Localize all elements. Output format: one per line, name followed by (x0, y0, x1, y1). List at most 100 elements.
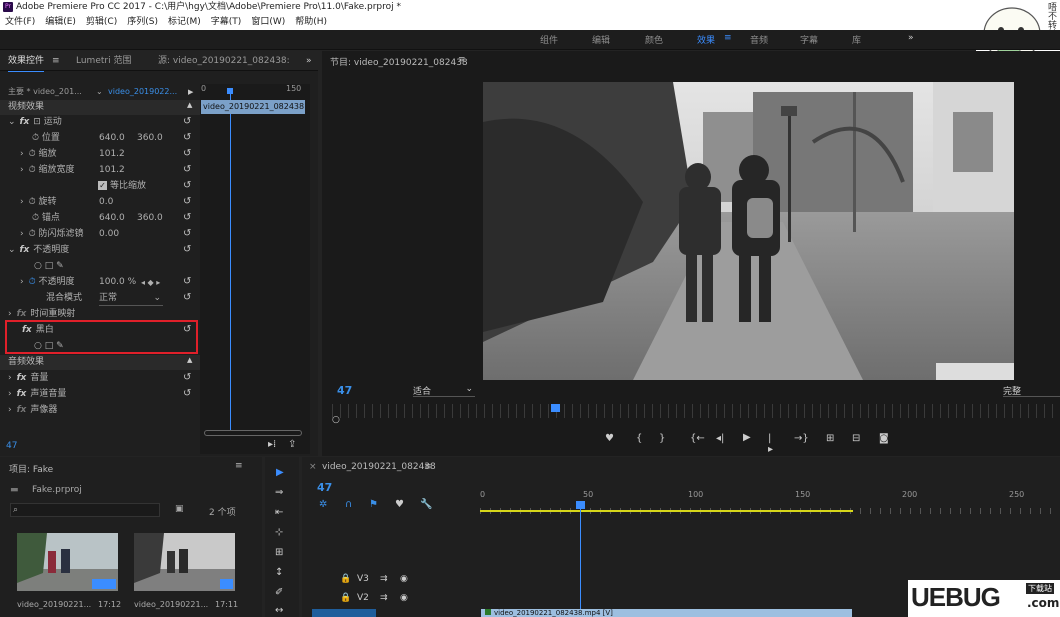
workspace-more-icon[interactable]: » (908, 33, 914, 43)
anchor-y-value[interactable]: 360.0 (137, 211, 163, 226)
stopwatch-active-icon[interactable]: ⏱ (29, 277, 36, 287)
extract-icon[interactable]: ⊟ (852, 433, 860, 444)
track-target-v1[interactable] (312, 609, 376, 617)
program-timecode[interactable]: 47 (337, 384, 352, 397)
workspace-editing[interactable]: 编辑 (592, 33, 610, 46)
lock-icon[interactable]: 🔒 (340, 590, 351, 606)
effect-channel-volume[interactable]: › fx 声道音量 (0, 387, 66, 402)
selection-tool-icon[interactable]: ▶ (276, 467, 284, 478)
work-area-bar[interactable] (480, 510, 853, 512)
rect-mask-icon[interactable]: □ (45, 261, 54, 271)
tab-effect-controls[interactable]: 效果控件 (8, 51, 45, 72)
fit-select[interactable]: 适合 ⌄ (413, 384, 475, 397)
workspace-menu-icon[interactable]: ≡ (724, 33, 732, 43)
ripple-edit-tool-icon[interactable]: ⇤ (275, 507, 283, 518)
tab-menu-icon[interactable]: ≡ (52, 51, 60, 71)
mini-clip-bar[interactable]: video_20190221_082438.n (201, 100, 305, 114)
workspace-audio[interactable]: 音频 (750, 33, 768, 46)
tab-lumetri[interactable]: Lumetri 范围 (76, 51, 131, 71)
reset-icon[interactable]: ↺ (183, 292, 191, 303)
marker-icon[interactable]: ♥ (605, 433, 614, 444)
stopwatch-icon[interactable]: ⏱ (32, 133, 39, 143)
mark-in-icon[interactable]: { (636, 433, 642, 444)
panel-menu-icon[interactable]: ≡ (458, 55, 466, 65)
position-y-value[interactable]: 360.0 (137, 131, 163, 146)
reset-icon[interactable]: ↺ (183, 164, 191, 175)
wrench-icon[interactable]: 🔧 (420, 499, 432, 510)
play-icon[interactable]: ▶ (743, 432, 751, 443)
mark-out-icon[interactable]: } (659, 433, 665, 444)
project-search-input[interactable]: ⌕ (10, 503, 160, 517)
panel-more-icon[interactable]: » (306, 51, 312, 71)
export-icon[interactable]: ⇪ (288, 439, 296, 450)
timeline-tab[interactable]: video_20190221_082438 (322, 462, 436, 472)
effect-volume[interactable]: › fx 音量 (0, 371, 48, 386)
panel-menu-icon[interactable]: ≡ (424, 462, 432, 472)
menu-marker[interactable]: 标记(M) (163, 14, 206, 30)
eye-icon[interactable]: ◉ (400, 571, 408, 587)
reset-icon[interactable]: ↺ (183, 372, 191, 383)
timeline-clip[interactable]: video_20190221_082438.mp4 [V] (481, 609, 852, 617)
scale-value[interactable]: 101.2 (99, 147, 125, 162)
mini-timeline[interactable]: 0 150 video_20190221_082438.n (200, 84, 310, 454)
go-to-in-icon[interactable]: {← (690, 433, 705, 444)
collapse-icon[interactable]: ▲ (187, 101, 192, 109)
menu-sequence[interactable]: 序列(S) (122, 14, 163, 30)
stopwatch-icon[interactable]: ⏱ (29, 149, 36, 159)
ellipse-mask-icon[interactable]: ○ (34, 261, 42, 271)
lift-icon[interactable]: ⊞ (826, 433, 834, 444)
rotation-value[interactable]: 0.0 (99, 195, 113, 210)
panel-menu-icon[interactable]: ≡ (235, 461, 243, 471)
pen-mask-icon[interactable]: ✎ (56, 261, 64, 271)
reset-icon[interactable]: ↺ (183, 148, 191, 159)
reset-icon[interactable]: ↺ (183, 132, 191, 143)
effect-opacity[interactable]: ⌄ fx 不透明度 (0, 243, 69, 258)
zoom-handle-icon[interactable]: ○ (332, 415, 340, 425)
menu-title[interactable]: 字幕(T) (206, 14, 247, 30)
reset-icon[interactable]: ↺ (183, 196, 191, 207)
razor-tool-icon[interactable]: ⊞ (275, 547, 283, 558)
effect-panner[interactable]: › fx 声像器 (0, 403, 57, 418)
anchor-x-value[interactable]: 640.0 (99, 211, 125, 226)
timeline-timecode[interactable]: 47 (317, 481, 332, 494)
eye-icon[interactable]: ◉ (400, 590, 408, 606)
effect-motion[interactable]: ⌄ fx ⊡ 运动 (0, 115, 62, 130)
program-playhead[interactable] (551, 404, 560, 412)
menu-help[interactable]: 帮助(H) (290, 14, 332, 30)
pen-tool-icon[interactable]: ✐ (275, 587, 283, 598)
collapse-icon[interactable]: ▲ (187, 356, 192, 364)
reset-icon[interactable]: ↺ (183, 244, 191, 255)
menu-edit[interactable]: 编辑(E) (40, 14, 81, 30)
blend-mode-select[interactable]: 正常 ⌄ (99, 291, 163, 306)
uniform-scale[interactable]: ✓ 等比缩放 (98, 179, 146, 194)
sync-lock-icon[interactable]: ⇉ (380, 590, 388, 606)
menu-window[interactable]: 窗口(W) (246, 14, 290, 30)
add-marker-icon[interactable]: ⚑ (369, 499, 378, 510)
linked-selection-icon[interactable]: ∩ (345, 499, 352, 510)
reset-icon[interactable]: ↺ (183, 276, 191, 287)
camera-icon[interactable]: ◙ (879, 433, 889, 444)
hand-tool-icon[interactable]: ↔ (275, 605, 283, 616)
tab-source[interactable]: 源: video_20190221_082438: vide (158, 51, 290, 71)
mini-scrollbar[interactable] (204, 430, 302, 436)
rate-stretch-tool-icon[interactable]: ⊹ (275, 527, 283, 538)
quality-select[interactable]: 完整 (1003, 384, 1060, 397)
program-video-frame[interactable] (483, 82, 1014, 380)
reset-icon[interactable]: ↺ (183, 116, 191, 127)
sync-lock-icon[interactable]: ⇉ (380, 571, 388, 587)
menu-clip[interactable]: 剪辑(C) (81, 14, 122, 30)
timeline-ruler[interactable]: 0 50 100 150 200 250 (480, 478, 1060, 518)
workspace-effects[interactable]: 效果 (697, 33, 715, 46)
keyframe-nav-icon[interactable]: ◂ ◆ ▸ (141, 275, 160, 290)
stopwatch-icon[interactable]: ⏱ (29, 229, 36, 239)
slip-tool-icon[interactable]: ↕ (275, 567, 283, 578)
step-forward-icon[interactable]: |▸ (768, 433, 773, 455)
program-scrubber[interactable] (332, 404, 1060, 418)
workspace-assembly[interactable]: 组件 (540, 33, 558, 46)
effect-controls-timecode[interactable]: 47 (6, 441, 17, 451)
workspace-libraries[interactable]: 库 (852, 33, 861, 46)
sequence-clip[interactable]: video_2019022... (108, 84, 177, 100)
reset-icon[interactable]: ↺ (183, 228, 191, 239)
track-select-tool-icon[interactable]: ⇒ (275, 487, 283, 498)
stopwatch-icon[interactable]: ⏱ (29, 197, 36, 207)
